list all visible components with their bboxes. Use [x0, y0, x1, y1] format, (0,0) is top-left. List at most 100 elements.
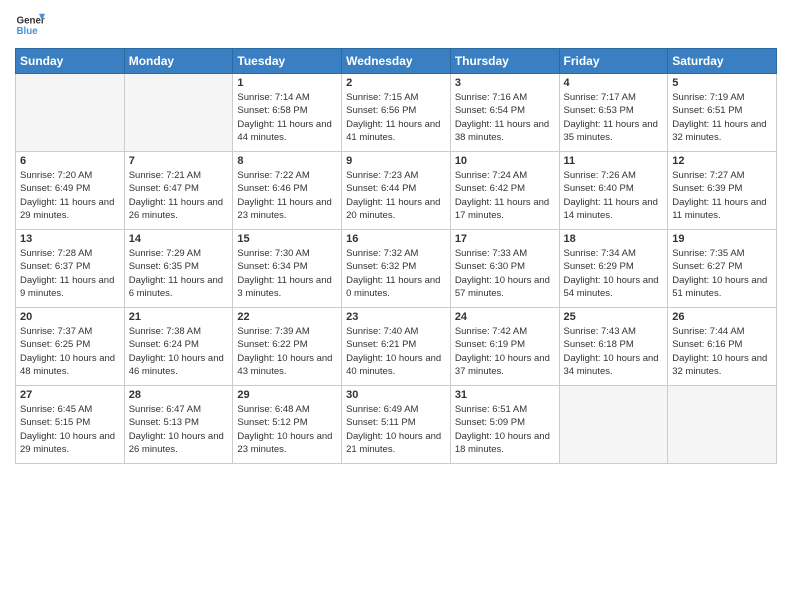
day-number: 13: [20, 233, 120, 245]
calendar-weekday-monday: Monday: [124, 49, 233, 74]
day-number: 7: [129, 155, 229, 167]
calendar-weekday-tuesday: Tuesday: [233, 49, 342, 74]
day-info: Sunrise: 6:45 AMSunset: 5:15 PMDaylight:…: [20, 403, 120, 456]
day-info-line: Sunrise: 7:27 AM: [672, 169, 772, 182]
day-info-line: Daylight: 10 hours and 26 minutes.: [129, 430, 229, 457]
day-number: 30: [346, 389, 446, 401]
calendar-week-row: 1Sunrise: 7:14 AMSunset: 6:58 PMDaylight…: [16, 74, 777, 152]
day-info: Sunrise: 7:37 AMSunset: 6:25 PMDaylight:…: [20, 325, 120, 378]
day-info-line: Sunrise: 7:17 AM: [564, 91, 664, 104]
day-info: Sunrise: 7:39 AMSunset: 6:22 PMDaylight:…: [237, 325, 337, 378]
calendar-cell: 30Sunrise: 6:49 AMSunset: 5:11 PMDayligh…: [342, 386, 451, 464]
header: General Blue: [15, 10, 777, 40]
calendar-cell: 7Sunrise: 7:21 AMSunset: 6:47 PMDaylight…: [124, 152, 233, 230]
day-info: Sunrise: 7:16 AMSunset: 6:54 PMDaylight:…: [455, 91, 555, 144]
day-number: 15: [237, 233, 337, 245]
day-info-line: Sunset: 6:18 PM: [564, 338, 664, 351]
calendar-cell: 27 Sunrise: 6:45 AMSunset: 5:15 PMDayligh…: [16, 386, 125, 464]
calendar-cell: 12Sunrise: 7:27 AMSunset: 6:39 PMDayligh…: [668, 152, 777, 230]
calendar-weekday-thursday: Thursday: [450, 49, 559, 74]
calendar-week-row: 6Sunrise: 7:20 AMSunset: 6:49 PMDaylight…: [16, 152, 777, 230]
day-info: Sunrise: 7:30 AMSunset: 6:34 PMDaylight:…: [237, 247, 337, 300]
day-info-line: Sunset: 6:44 PM: [346, 182, 446, 195]
day-info: Sunrise: 7:28 AMSunset: 6:37 PMDaylight:…: [20, 247, 120, 300]
day-info: Sunrise: 7:26 AMSunset: 6:40 PMDaylight:…: [564, 169, 664, 222]
day-info: Sunrise: 7:27 AMSunset: 6:39 PMDaylight:…: [672, 169, 772, 222]
day-info-line: Daylight: 11 hours and 20 minutes.: [346, 196, 446, 223]
calendar-cell: 4Sunrise: 7:17 AMSunset: 6:53 PMDaylight…: [559, 74, 668, 152]
day-info-line: Daylight: 11 hours and 11 minutes.: [672, 196, 772, 223]
day-number: 27: [20, 389, 120, 401]
day-info-line: Daylight: 10 hours and 43 minutes.: [237, 352, 337, 379]
day-info-line: Sunset: 6:34 PM: [237, 260, 337, 273]
day-info-line: Daylight: 11 hours and 0 minutes.: [346, 274, 446, 301]
svg-text:Blue: Blue: [17, 26, 39, 37]
day-info-line: Sunrise: 6:47 AM: [129, 403, 229, 416]
day-info: Sunrise: 7:23 AMSunset: 6:44 PMDaylight:…: [346, 169, 446, 222]
day-number: 24: [455, 311, 555, 323]
day-number: 5: [672, 77, 772, 89]
day-info-line: Sunset: 6:27 PM: [672, 260, 772, 273]
day-info-line: Sunset: 6:42 PM: [455, 182, 555, 195]
day-info-line: Sunrise: 7:34 AM: [564, 247, 664, 260]
calendar-cell: 18 Sunrise: 7:34 AMSunset: 6:29 PMDayligh…: [559, 230, 668, 308]
day-info: Sunrise: 7:29 AMSunset: 6:35 PMDaylight:…: [129, 247, 229, 300]
day-info-line: Sunrise: 7:40 AM: [346, 325, 446, 338]
day-info: Sunrise: 7:22 AMSunset: 6:46 PMDaylight:…: [237, 169, 337, 222]
day-number: 29: [237, 389, 337, 401]
day-number: 2: [346, 77, 446, 89]
calendar-cell: [124, 74, 233, 152]
day-info-line: Daylight: 11 hours and 38 minutes.: [455, 118, 555, 145]
day-info-line: Sunset: 6:16 PM: [672, 338, 772, 351]
calendar-cell: 19Sunrise: 7:35 AMSunset: 6:27 PMDayligh…: [668, 230, 777, 308]
calendar-table: SundayMondayTuesdayWednesdayThursdayFrid…: [15, 48, 777, 464]
day-info-line: Sunset: 6:51 PM: [672, 104, 772, 117]
calendar-cell: 28 Sunrise: 6:47 AMSunset: 5:13 PMDayligh…: [124, 386, 233, 464]
day-info-line: Daylight: 11 hours and 17 minutes.: [455, 196, 555, 223]
day-info-line: Sunrise: 7:37 AM: [20, 325, 120, 338]
day-info: Sunrise: 7:34 AMSunset: 6:29 PMDaylight:…: [564, 247, 664, 300]
calendar-cell: 25 Sunrise: 7:43 AMSunset: 6:18 PMDayligh…: [559, 308, 668, 386]
day-number: 10: [455, 155, 555, 167]
day-number: 19: [672, 233, 772, 245]
day-info-line: Sunset: 5:12 PM: [237, 416, 337, 429]
day-info-line: Sunrise: 7:19 AM: [672, 91, 772, 104]
day-info-line: Sunset: 6:19 PM: [455, 338, 555, 351]
day-info-line: Daylight: 11 hours and 41 minutes.: [346, 118, 446, 145]
day-info-line: Sunrise: 7:26 AM: [564, 169, 664, 182]
calendar-cell: 6Sunrise: 7:20 AMSunset: 6:49 PMDaylight…: [16, 152, 125, 230]
day-info-line: Daylight: 10 hours and 37 minutes.: [455, 352, 555, 379]
day-info-line: Sunset: 6:56 PM: [346, 104, 446, 117]
day-info-line: Sunset: 5:15 PM: [20, 416, 120, 429]
day-info-line: Daylight: 10 hours and 48 minutes.: [20, 352, 120, 379]
day-info-line: Sunrise: 7:44 AM: [672, 325, 772, 338]
day-number: 23: [346, 311, 446, 323]
day-info-line: Daylight: 10 hours and 32 minutes.: [672, 352, 772, 379]
calendar-weekday-wednesday: Wednesday: [342, 49, 451, 74]
day-number: 25: [564, 311, 664, 323]
calendar-cell: 15 Sunrise: 7:30 AMSunset: 6:34 PMDayligh…: [233, 230, 342, 308]
calendar-cell: 16Sunrise: 7:32 AMSunset: 6:32 PMDayligh…: [342, 230, 451, 308]
day-info-line: Sunset: 5:13 PM: [129, 416, 229, 429]
day-info-line: Sunrise: 7:43 AM: [564, 325, 664, 338]
day-info-line: Sunrise: 7:14 AM: [237, 91, 337, 104]
day-info-line: Sunset: 6:58 PM: [237, 104, 337, 117]
page-container: General Blue SundayMondayTuesdayWednesda…: [0, 0, 792, 474]
day-info-line: Daylight: 10 hours and 34 minutes.: [564, 352, 664, 379]
day-info-line: Daylight: 10 hours and 29 minutes.: [20, 430, 120, 457]
day-info-line: Sunrise: 7:22 AM: [237, 169, 337, 182]
day-number: 28: [129, 389, 229, 401]
day-info-line: Sunrise: 7:42 AM: [455, 325, 555, 338]
day-info: Sunrise: 7:15 AMSunset: 6:56 PMDaylight:…: [346, 91, 446, 144]
day-info-line: Sunrise: 6:51 AM: [455, 403, 555, 416]
day-info: Sunrise: 7:33 AMSunset: 6:30 PMDaylight:…: [455, 247, 555, 300]
day-number: 18: [564, 233, 664, 245]
calendar-body: 1Sunrise: 7:14 AMSunset: 6:58 PMDaylight…: [16, 74, 777, 464]
day-info-line: Daylight: 11 hours and 29 minutes.: [20, 196, 120, 223]
calendar-cell: 11Sunrise: 7:26 AMSunset: 6:40 PMDayligh…: [559, 152, 668, 230]
day-info: Sunrise: 6:47 AMSunset: 5:13 PMDaylight:…: [129, 403, 229, 456]
day-info-line: Daylight: 10 hours and 18 minutes.: [455, 430, 555, 457]
day-info-line: Sunset: 6:46 PM: [237, 182, 337, 195]
day-info-line: Sunset: 6:37 PM: [20, 260, 120, 273]
day-info-line: Sunset: 6:25 PM: [20, 338, 120, 351]
